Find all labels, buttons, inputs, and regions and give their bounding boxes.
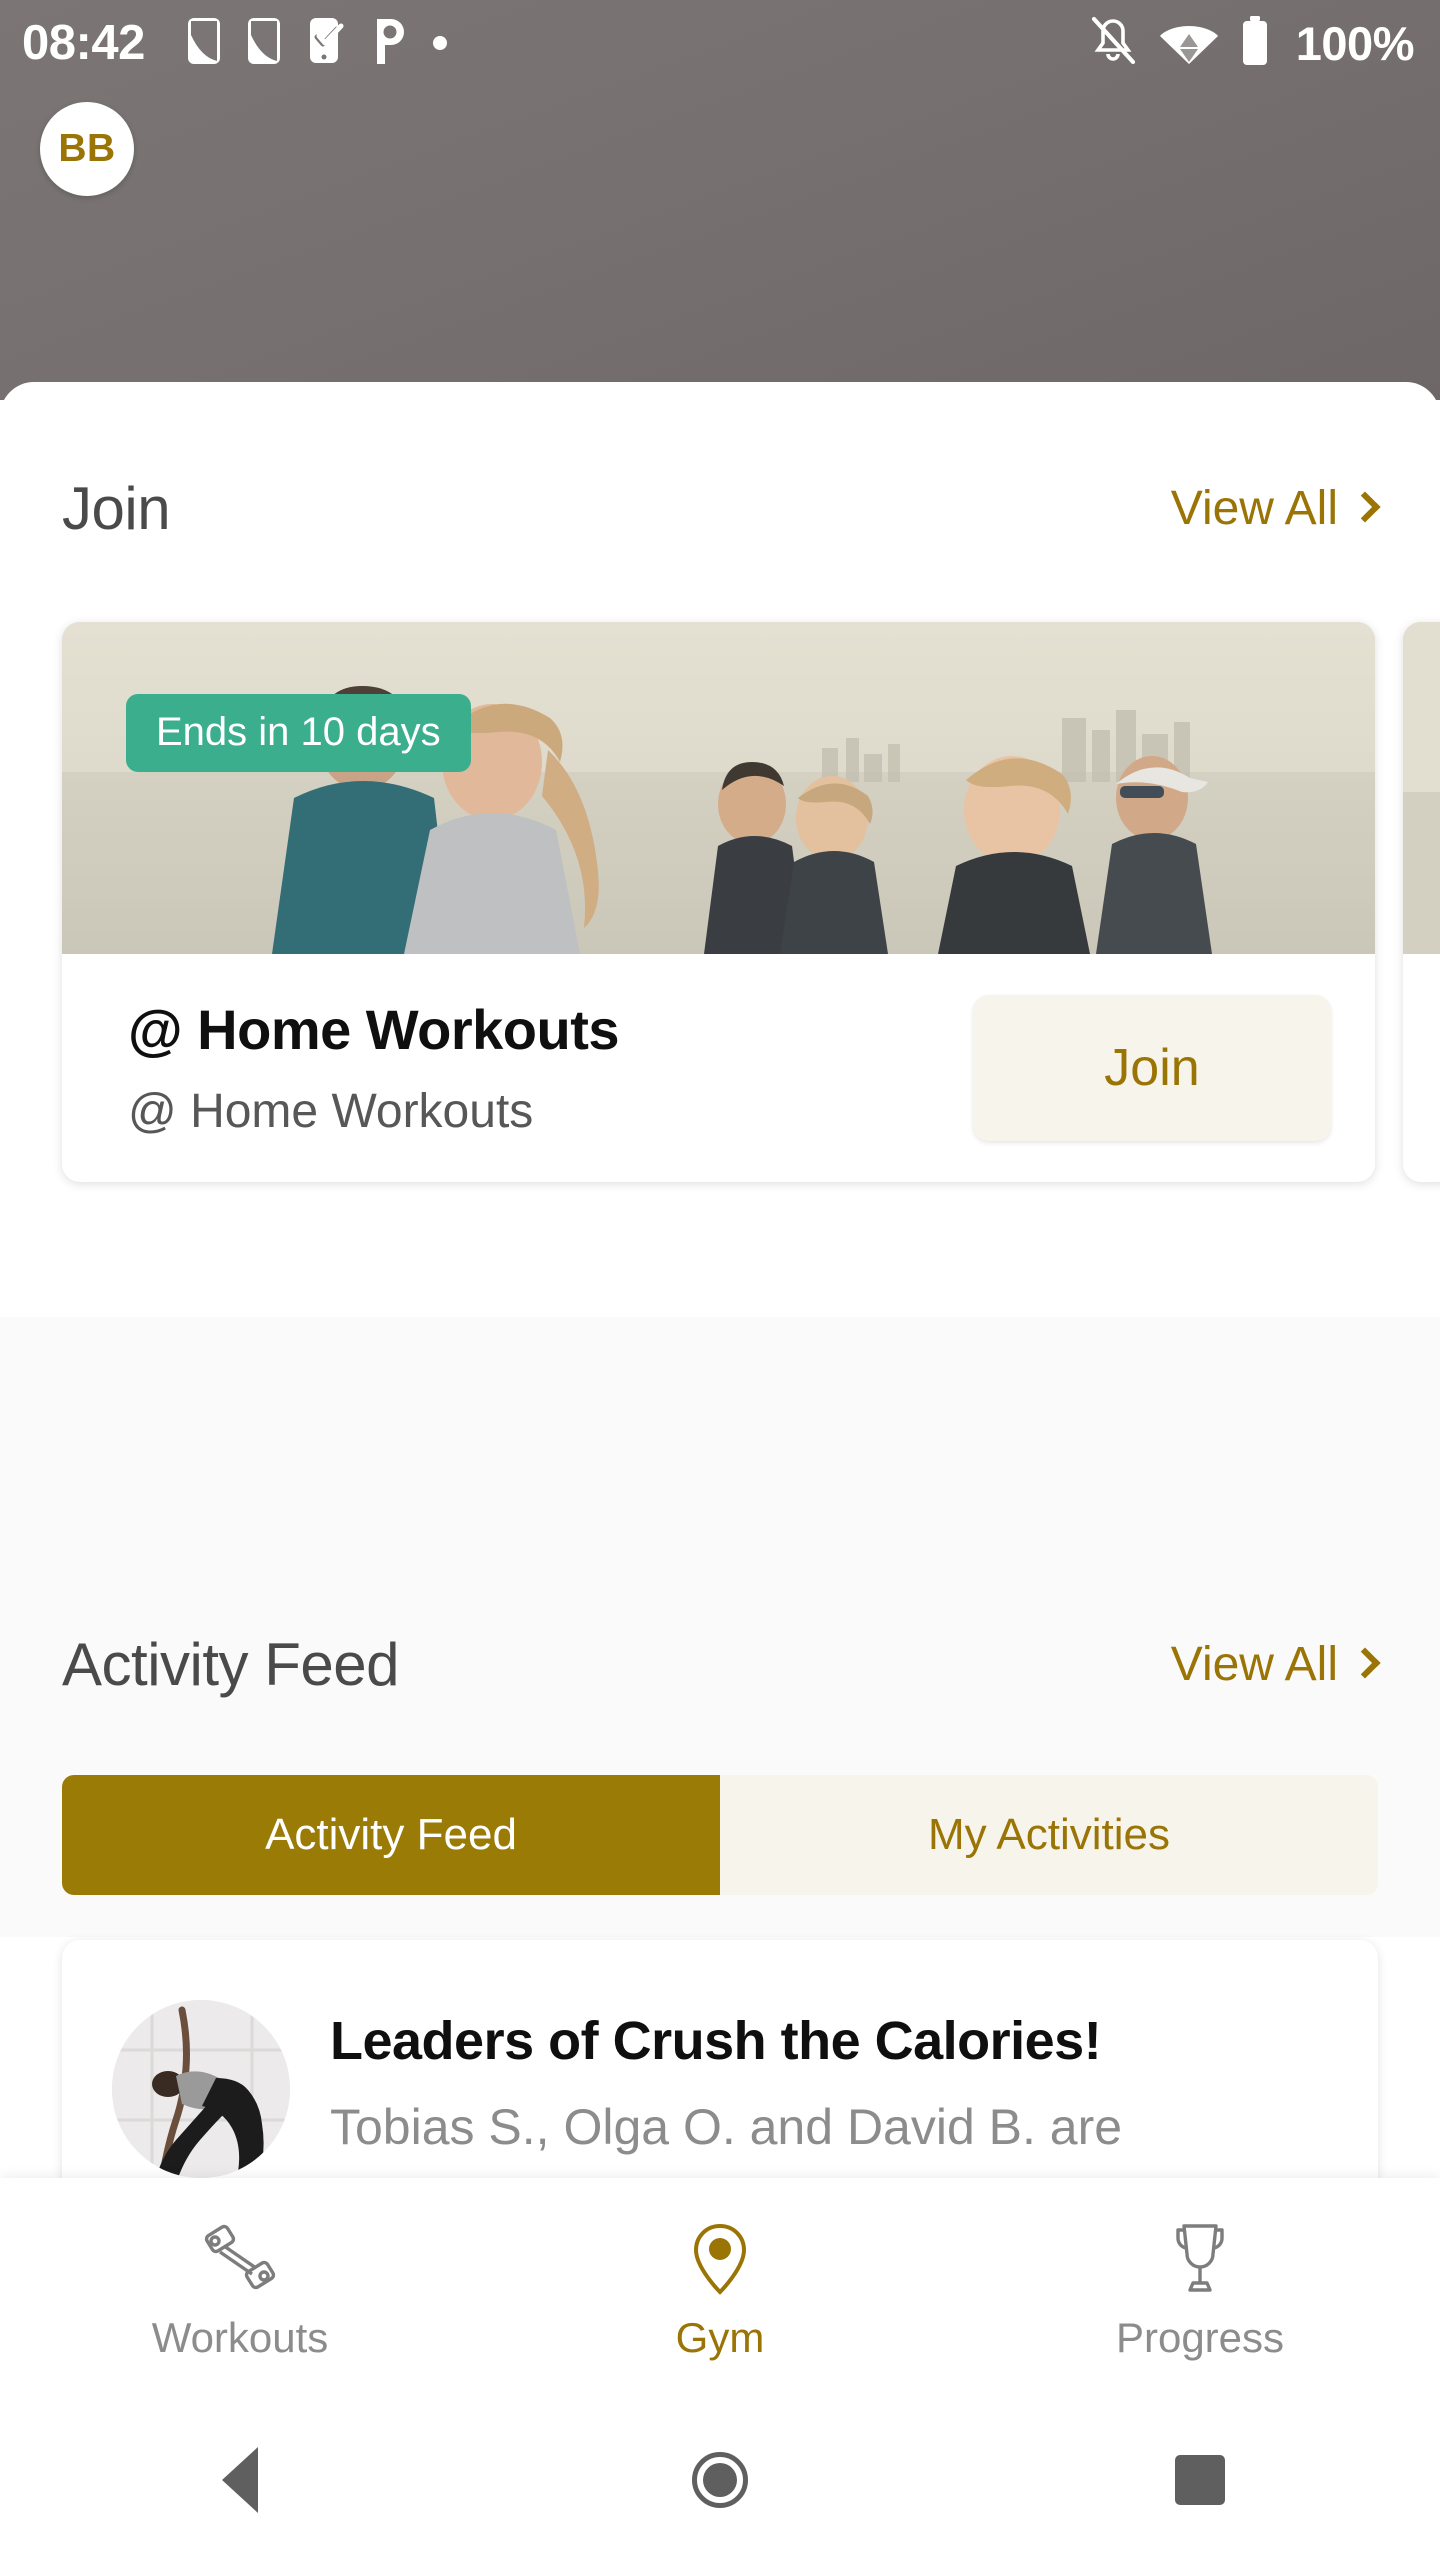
join-title: Join: [62, 475, 171, 542]
activity-view-all-label: View All: [1170, 1638, 1338, 1691]
chevron-right-icon: [1349, 1646, 1381, 1679]
challenge-hero-image: [1403, 622, 1440, 954]
trophy-icon: [1176, 2224, 1224, 2292]
activity-item-texts: Leaders of Crush the Calories! Tobias S.…: [330, 2000, 1338, 2156]
app-phone-icon: [187, 17, 221, 70]
nav-item-progress[interactable]: Progress: [960, 2216, 1440, 2362]
content-sheet: Join View All Ends in 10 days @ Home Wor…: [0, 382, 1440, 2182]
status-left-icons: [187, 17, 447, 70]
android-home-button[interactable]: [480, 2452, 960, 2508]
notifications-off-icon: [1088, 15, 1138, 72]
dot-icon: [432, 36, 447, 50]
nav-label-gym: Gym: [675, 2314, 765, 2361]
tab-my-activities[interactable]: My Activities: [720, 1775, 1378, 1895]
activity-tabs[interactable]: Activity Feed My Activities: [62, 1775, 1378, 1895]
recents-square-icon: [1175, 2455, 1225, 2505]
wifi-icon: [1159, 18, 1218, 69]
chevron-right-icon: [1349, 490, 1381, 523]
challenge-card[interactable]: [1403, 622, 1440, 1182]
status-right-icons: 100%: [1088, 15, 1415, 72]
challenge-subtitle: @ Home Workouts: [128, 1085, 534, 1138]
status-clock: 08:42: [22, 15, 145, 70]
activity-header-row: Activity Feed View All: [0, 1630, 1440, 1699]
nav-item-workouts[interactable]: Workouts: [0, 2216, 480, 2362]
ends-in-badge: Ends in 10 days: [126, 694, 471, 772]
activity-title: Activity Feed: [62, 1631, 399, 1698]
battery-percentage: 100%: [1295, 16, 1415, 70]
join-section-header: Join View All: [0, 474, 1440, 543]
status-bar: 08:42 100%: [0, 0, 1440, 86]
battery-full-icon: [1240, 15, 1270, 72]
join-view-all-label: View All: [1170, 482, 1338, 535]
location-pin-icon: [693, 2223, 747, 2295]
challenge-card[interactable]: Ends in 10 days @ Home Workouts @ Home W…: [62, 622, 1375, 1182]
challenge-title: @ Home Workouts: [128, 998, 620, 1061]
p-logo-icon: [371, 17, 407, 70]
avatar-initials: BB: [58, 127, 116, 170]
bottom-navigation: Workouts Gym Progress: [0, 2178, 1440, 2400]
activity-item-title: Leaders of Crush the Calories!: [330, 2011, 1102, 2071]
dumbbell-icon: [204, 2224, 276, 2290]
android-back-button[interactable]: [0, 2447, 480, 2513]
avatar[interactable]: BB: [40, 102, 134, 196]
activity-section-header: Activity Feed View All: [0, 1630, 1440, 1699]
phone-check-icon: [307, 17, 345, 70]
activity-item-subtitle: Tobias S., Olga O. and David B. are: [330, 2099, 1123, 2155]
challenge-card-texts: @ Home Workouts @ Home Workouts: [128, 997, 973, 1139]
tab-activity-feed[interactable]: Activity Feed: [62, 1775, 720, 1895]
nav-label-workouts: Workouts: [151, 2314, 329, 2361]
nav-label-progress: Progress: [1115, 2314, 1285, 2361]
challenge-card-body: [1403, 954, 1440, 1182]
activity-view-all-link[interactable]: View All: [1170, 1637, 1381, 1692]
challenge-card-body: @ Home Workouts @ Home Workouts Join: [62, 954, 1375, 1182]
phone-screen: 08:42 100% BB Join View All Ends in 10 d…: [0, 0, 1440, 2560]
join-button[interactable]: Join: [973, 995, 1331, 1141]
home-circle-icon: [692, 2452, 748, 2508]
challenge-hero-image: Ends in 10 days: [62, 622, 1375, 954]
back-triangle-icon: [222, 2447, 258, 2513]
android-navigation-bar: [0, 2400, 1440, 2560]
nav-item-gym[interactable]: Gym: [480, 2216, 960, 2362]
app-phone-icon: [247, 17, 281, 70]
challenge-carousel[interactable]: Ends in 10 days @ Home Workouts @ Home W…: [0, 622, 1440, 1182]
activity-thumbnail: [112, 2000, 290, 2178]
join-view-all-link[interactable]: View All: [1170, 481, 1381, 536]
android-recents-button[interactable]: [960, 2455, 1440, 2505]
